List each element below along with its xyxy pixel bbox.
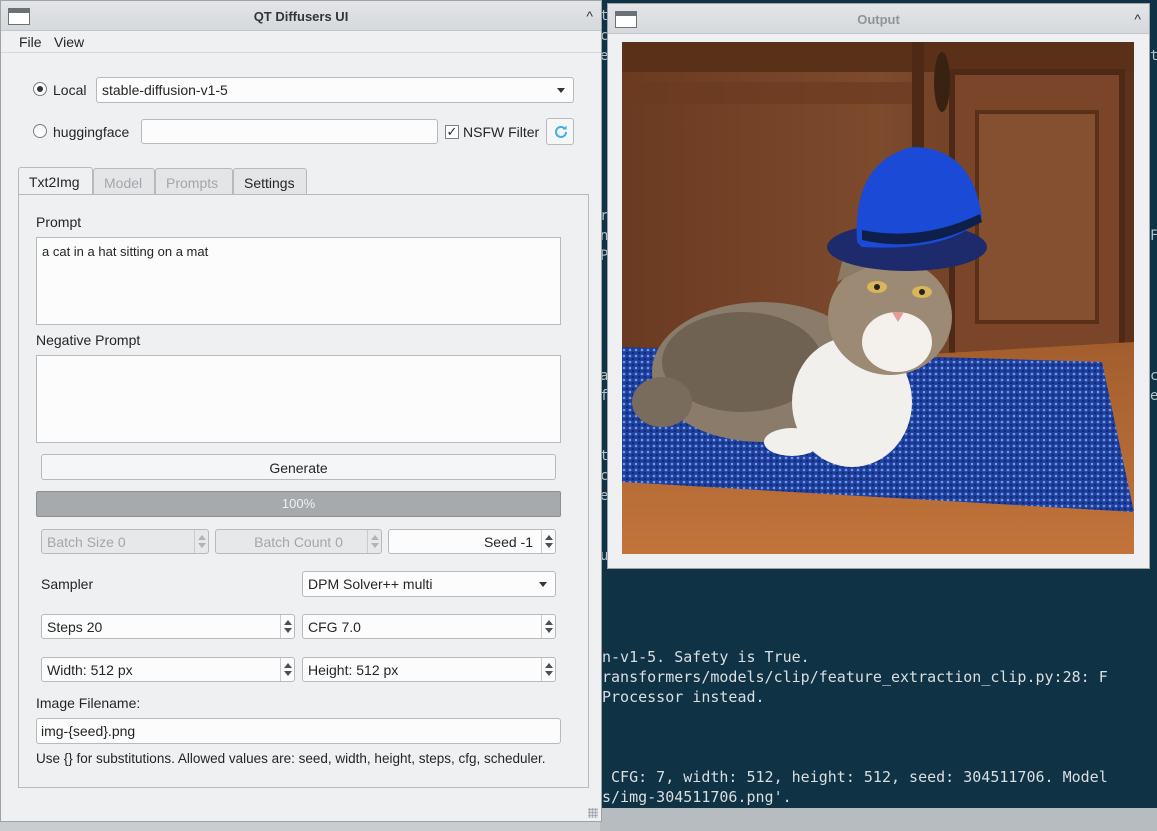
huggingface-label: huggingface: [53, 124, 130, 140]
spin-arrows-icon[interactable]: [541, 530, 555, 553]
sampler-label: Sampler: [41, 576, 94, 592]
huggingface-radio[interactable]: [33, 124, 47, 138]
huggingface-input[interactable]: [141, 119, 438, 144]
nsfw-label: NSFW Filter: [463, 124, 540, 140]
output-window-title: Output: [857, 12, 900, 27]
terminal-fragment: c: [1150, 368, 1157, 384]
spin-arrows-icon[interactable]: [194, 530, 208, 553]
batch-count-value: Batch Count 0: [254, 534, 343, 550]
output-titlebar[interactable]: Output ^: [608, 4, 1149, 34]
maximize-icon[interactable]: ^: [1134, 11, 1141, 27]
batch-size-value: Batch Size 0: [47, 534, 126, 550]
batch-size-spinbox[interactable]: Batch Size 0: [41, 529, 209, 554]
generate-button[interactable]: Generate: [41, 454, 556, 480]
cfg-value: CFG 7.0: [308, 619, 361, 635]
prompt-label: Prompt: [36, 214, 82, 230]
refresh-icon: [555, 125, 567, 138]
terminal-line: ransformers/models/clip/feature_extracti…: [602, 668, 1108, 686]
seed-spinbox[interactable]: Seed -1: [388, 529, 556, 554]
sampler-value: DPM Solver++ multi: [308, 576, 433, 592]
filename-input[interactable]: img-{seed}.png: [36, 718, 561, 744]
terminal-line: CFG: 7, width: 512, height: 512, seed: 3…: [602, 768, 1108, 786]
height-spinbox[interactable]: Height: 512 px: [302, 657, 556, 682]
spin-arrows-icon[interactable]: [367, 530, 381, 553]
spin-arrows-icon[interactable]: [280, 615, 294, 638]
width-spinbox[interactable]: Width: 512 px: [41, 657, 295, 682]
filename-help-text: Use {} for substitutions. Allowed values…: [36, 751, 546, 766]
seed-value: Seed -1: [483, 534, 533, 550]
chevron-down-icon: [557, 88, 565, 93]
main-titlebar[interactable]: QT Diffusers UI ^: [1, 1, 601, 31]
taskbar-segment: [600, 808, 1157, 831]
menu-view[interactable]: View: [54, 34, 84, 50]
menu-file[interactable]: File: [19, 34, 42, 50]
steps-spinbox[interactable]: Steps 20: [41, 614, 295, 639]
steps-value: Steps 20: [47, 619, 103, 635]
negative-prompt-label: Negative Prompt: [36, 332, 141, 348]
progress-bar: 100%: [36, 491, 561, 517]
chevron-down-icon: [539, 582, 547, 587]
height-value: Height: 512 px: [308, 662, 399, 678]
local-model-value: stable-diffusion-v1-5: [102, 82, 228, 98]
maximize-icon[interactable]: ^: [586, 8, 593, 24]
menubar: File View: [1, 31, 601, 53]
prompt-textarea[interactable]: a cat in a hat sitting on a mat: [36, 237, 561, 325]
output-window: Output ^: [607, 3, 1150, 569]
tab-prompts[interactable]: Prompts: [155, 168, 233, 195]
sampler-select[interactable]: DPM Solver++ multi: [302, 571, 556, 597]
terminal-fragment: t: [1150, 48, 1157, 64]
tab-model[interactable]: Model: [93, 168, 155, 195]
spin-arrows-icon[interactable]: [541, 615, 555, 638]
cat-in-hat-image: [622, 42, 1134, 554]
refresh-button[interactable]: [546, 118, 574, 145]
nsfw-checkbox[interactable]: ✓: [445, 125, 459, 139]
batch-count-spinbox[interactable]: Batch Count 0: [215, 529, 382, 554]
cfg-spinbox[interactable]: CFG 7.0: [302, 614, 556, 639]
terminal-line: s/img-304511706.png'.: [602, 788, 792, 806]
terminal-line: n-v1-5. Safety is True.: [602, 648, 810, 666]
terminal-fragment: F: [1150, 228, 1157, 244]
spin-arrows-icon[interactable]: [541, 658, 555, 681]
terminal-line: Processor instead.: [602, 688, 765, 706]
terminal-fragment: e: [1150, 388, 1157, 404]
tab-txt2img[interactable]: Txt2Img: [18, 167, 93, 195]
spin-arrows-icon[interactable]: [280, 658, 294, 681]
width-value: Width: 512 px: [47, 662, 133, 678]
resize-grip-icon[interactable]: [588, 808, 598, 818]
generated-image: [622, 42, 1134, 554]
window-title: QT Diffusers UI: [253, 9, 349, 24]
main-window: QT Diffusers UI ^ File View Local stable…: [0, 0, 602, 822]
local-label: Local: [53, 82, 87, 98]
local-radio[interactable]: [33, 82, 47, 96]
negative-prompt-textarea[interactable]: [36, 355, 561, 443]
tab-settings[interactable]: Settings: [233, 168, 307, 195]
local-model-select[interactable]: stable-diffusion-v1-5: [96, 77, 574, 103]
filename-label: Image Filename:: [36, 695, 141, 711]
